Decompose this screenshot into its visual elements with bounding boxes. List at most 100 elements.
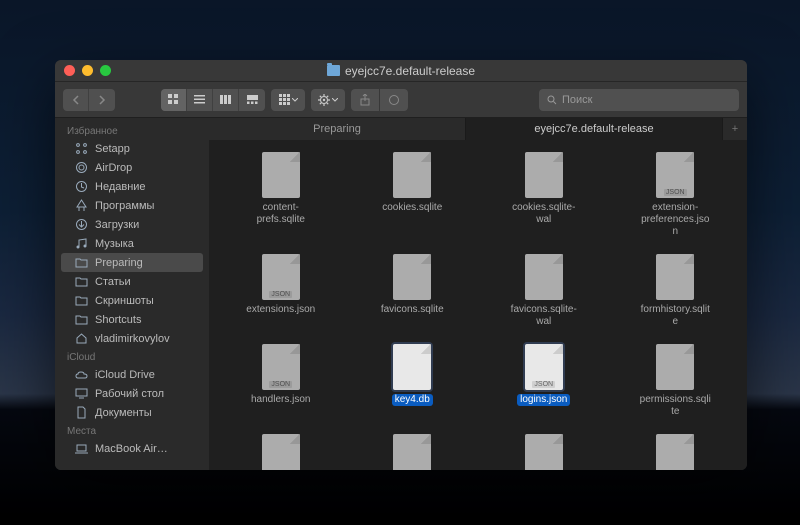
file-item[interactable]: JSONlogins.json <box>478 340 610 422</box>
file-icon: TXT <box>262 434 300 470</box>
file-icon <box>393 434 431 470</box>
sidebar-item-label: Недавние <box>95 181 146 193</box>
action-button[interactable] <box>311 89 345 111</box>
forward-button[interactable] <box>89 89 115 111</box>
airdrop-icon <box>75 161 88 174</box>
file-name: extension-preferences.json <box>639 202 711 238</box>
close-button[interactable] <box>64 65 75 76</box>
file-item[interactable]: places.sqlite-wal <box>478 430 610 470</box>
sidebar-item-[interactable]: Недавние <box>55 177 209 196</box>
gear-icon <box>318 94 330 106</box>
file-item[interactable]: JSON extension-preferences.json <box>610 148 742 242</box>
sidebar-item-iclouddrive[interactable]: iCloud Drive <box>55 365 209 384</box>
folder-icon <box>75 313 88 326</box>
tab[interactable]: Preparing <box>209 118 466 140</box>
file-item[interactable]: formhistory.sqlite <box>610 250 742 332</box>
sidebar-item-[interactable]: Скриншоты <box>55 291 209 310</box>
file-item[interactable]: permissions.sqlite <box>610 340 742 422</box>
search-icon <box>547 95 557 105</box>
desktop-icon <box>75 387 88 400</box>
file-item[interactable]: pluginreg.dat <box>610 430 742 470</box>
list-view-button[interactable] <box>187 89 213 111</box>
file-item[interactable]: JSONhandlers.json <box>215 340 347 422</box>
sidebar-item-label: iCloud Drive <box>95 369 155 381</box>
download-icon <box>75 218 88 231</box>
sidebar-item-shortcuts[interactable]: Shortcuts <box>55 310 209 329</box>
sidebar-item-label: MacBook Air… <box>95 443 168 455</box>
chevron-down-icon <box>292 98 298 102</box>
sidebar-item-[interactable]: Статьи <box>55 272 209 291</box>
sidebar-item-[interactable]: Рабочий стол <box>55 384 209 403</box>
sidebar-item-label: Shortcuts <box>95 314 141 326</box>
file-name: favicons.sqlite-wal <box>508 304 580 328</box>
file-item[interactable]: key4.db <box>347 340 479 422</box>
sidebar-item-[interactable]: Программы <box>55 196 209 215</box>
file-icon <box>393 152 431 198</box>
file-item[interactable]: favicons.sqlite <box>347 250 479 332</box>
search-field[interactable]: Поиск <box>539 89 739 111</box>
folder-icon <box>327 65 340 76</box>
file-icon <box>525 152 563 198</box>
toolbar: Поиск <box>55 82 747 118</box>
nav-buttons <box>63 89 115 111</box>
grid-small-icon <box>279 94 290 105</box>
tag-button[interactable] <box>380 89 408 111</box>
file-item[interactable]: places.sqlite <box>347 430 479 470</box>
sidebar-item-label: Программы <box>95 200 154 212</box>
back-button[interactable] <box>63 89 89 111</box>
share-button[interactable] <box>351 89 379 111</box>
clock-icon <box>75 180 88 193</box>
file-icon: JSON <box>525 344 563 390</box>
sidebar-item-[interactable]: Музыка <box>55 234 209 253</box>
file-item[interactable]: JSONextensions.json <box>215 250 347 332</box>
sidebar-item-preparing[interactable]: Preparing <box>61 253 203 272</box>
view-switcher <box>161 89 265 111</box>
file-item[interactable]: cookies.sqlite-wal <box>478 148 610 242</box>
body: ИзбранноеSetappAirDropНедавниеПрограммыЗ… <box>55 118 747 470</box>
tab-label: eyejcc7e.default-release <box>534 123 653 135</box>
sidebar-item-macbookair[interactable]: MacBook Air… <box>55 439 209 458</box>
file-item[interactable]: content-prefs.sqlite <box>215 148 347 242</box>
icon-view-button[interactable] <box>161 89 187 111</box>
folder-icon <box>75 256 88 269</box>
titlebar[interactable]: eyejcc7e.default-release <box>55 60 747 82</box>
sidebar-item-label: Статьи <box>95 276 131 288</box>
file-icon <box>525 254 563 300</box>
file-name: handlers.json <box>251 394 310 406</box>
new-tab-button[interactable]: + <box>723 118 747 140</box>
file-icon: JSON <box>656 152 694 198</box>
setapp-icon <box>75 142 88 155</box>
folder-icon <box>75 275 88 288</box>
column-view-button[interactable] <box>213 89 239 111</box>
content-area: Preparing eyejcc7e.default-release + conte… <box>209 118 747 470</box>
search-placeholder: Поиск <box>562 94 592 106</box>
sidebar-section-header: Места <box>55 422 209 439</box>
minimize-button[interactable] <box>82 65 93 76</box>
sidebar-item-[interactable]: Загрузки <box>55 215 209 234</box>
app-icon <box>75 199 88 212</box>
gallery-view-button[interactable] <box>239 89 265 111</box>
sidebar-item-vladimirkovylov[interactable]: vladimirkovylov <box>55 329 209 348</box>
file-item[interactable]: favicons.sqlite-wal <box>478 250 610 332</box>
file-item[interactable]: cookies.sqlite <box>347 148 479 242</box>
file-item[interactable]: TXTpkcs11.txt <box>215 430 347 470</box>
file-name: key4.db <box>392 394 433 406</box>
file-grid[interactable]: content-prefs.sqlitecookies.sqlitecookie… <box>209 140 747 470</box>
sidebar-item-airdrop[interactable]: AirDrop <box>55 158 209 177</box>
file-name: formhistory.sqlite <box>639 304 711 328</box>
tag-icon <box>388 94 400 106</box>
home-icon <box>75 332 88 345</box>
tab[interactable]: eyejcc7e.default-release <box>466 118 723 140</box>
sidebar-item-label: Документы <box>95 407 152 419</box>
sidebar-item-[interactable]: Документы <box>55 403 209 422</box>
file-name: favicons.sqlite <box>381 304 444 316</box>
sidebar[interactable]: ИзбранноеSetappAirDropНедавниеПрограммыЗ… <box>55 118 209 470</box>
chevron-down-icon <box>332 98 338 102</box>
window-title: eyejcc7e.default-release <box>55 64 747 78</box>
maximize-button[interactable] <box>100 65 111 76</box>
chevron-left-icon <box>72 95 80 105</box>
arrange-button[interactable] <box>271 89 305 111</box>
sidebar-item-label: Загрузки <box>95 219 139 231</box>
file-icon <box>525 434 563 470</box>
sidebar-item-setapp[interactable]: Setapp <box>55 139 209 158</box>
